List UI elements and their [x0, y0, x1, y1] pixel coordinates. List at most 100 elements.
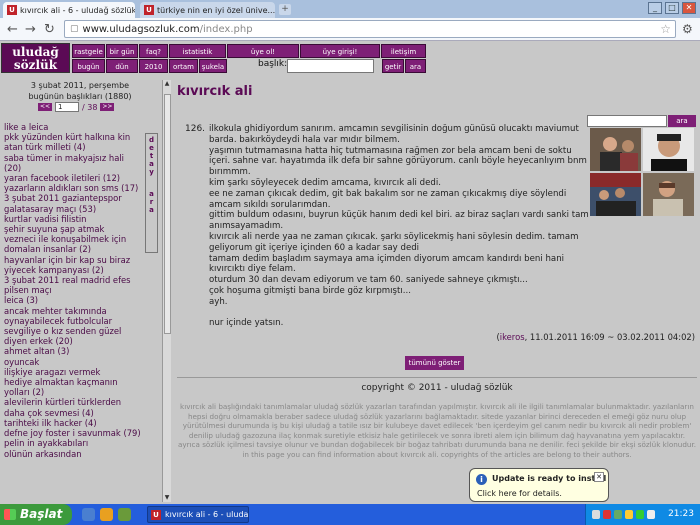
nav-uye-ol[interactable]: üye ol!	[227, 44, 299, 58]
topic-item[interactable]: 3 şubat 2011 real madrid efes pilsen maç…	[4, 275, 142, 295]
topic-item[interactable]: oyuncak	[4, 357, 142, 367]
topic-title[interactable]: kıvırcık ali	[177, 84, 252, 99]
topic-item[interactable]: tarihteki ilk hacker (4)	[4, 418, 142, 428]
topic-item[interactable]: kurtlar vadisi filistin	[4, 214, 142, 224]
nav-rastgele[interactable]: rastgele	[72, 44, 105, 58]
topic-item[interactable]: yaran facebook iletileri (12)	[4, 173, 142, 183]
getir-button[interactable]: getir	[382, 59, 404, 73]
tray-volume-icon[interactable]	[647, 510, 655, 519]
nav-bir-gun[interactable]: bir gün	[106, 44, 138, 58]
show-all-button[interactable]: tümünü göster	[405, 356, 464, 370]
topic-search-button[interactable]: ara	[668, 115, 696, 127]
topic-item[interactable]: like a leica	[4, 122, 142, 132]
prev-page-button[interactable]: <<	[38, 103, 52, 111]
topic-item[interactable]: 3 şubat 2011 gaziantepspor galatasaray m…	[4, 193, 142, 213]
topic-item[interactable]: saba tümer in makyajsız hali (20)	[4, 153, 142, 173]
sidebar-pager: << 1 / 38 >>	[38, 102, 115, 112]
topic-item[interactable]: olünün arkasından	[4, 449, 142, 459]
reload-icon[interactable]: ↻	[41, 21, 58, 38]
nav-sukela[interactable]: şukela	[199, 59, 227, 73]
topic-item[interactable]: pkk yüzünden kürt halkına kin atan türk …	[4, 132, 142, 152]
minimize-icon[interactable]: _	[648, 2, 662, 14]
taskbar-window-button[interactable]: U kıvırcık ali - 6 - uludağ...	[147, 506, 249, 523]
topic-item[interactable]: hediye almaktan kaçmanın yolları (2)	[4, 377, 142, 397]
info-icon: i	[476, 474, 487, 485]
tray-messenger-icon[interactable]	[625, 510, 633, 519]
photo-4[interactable]	[643, 173, 694, 216]
topic-item[interactable]: ancak mehter takımında oynayabilecek fut…	[4, 306, 142, 326]
site-logo[interactable]: uludağ sözlük	[1, 43, 70, 73]
nav-uye-girisi[interactable]: üye girişi!	[300, 44, 380, 58]
quicklaunch-media-icon[interactable]	[118, 508, 131, 521]
nav-bugun[interactable]: bugün	[72, 59, 105, 73]
nav-faq[interactable]: faq?	[139, 44, 168, 58]
update-notification[interactable]: i Update is ready to install Click here …	[469, 468, 609, 502]
notification-body: Click here for details.	[477, 489, 562, 498]
bookmark-star-icon[interactable]: ☆	[660, 22, 671, 36]
maximize-icon[interactable]: □	[665, 2, 679, 14]
notification-close-icon[interactable]: ✕	[594, 472, 604, 482]
page-select[interactable]: 1	[55, 102, 79, 112]
topic-item[interactable]: alevilerin kürtleri türklerden daha çok …	[4, 397, 142, 417]
topic-item[interactable]: sevgiliye o kız senden güzel diyen erkek…	[4, 326, 142, 346]
author-link[interactable]: ikeros	[500, 332, 525, 342]
nav-iletisim[interactable]: iletişim	[381, 44, 426, 58]
tray-signal-icon[interactable]	[636, 510, 644, 519]
forward-arrow-icon[interactable]: →	[22, 21, 39, 38]
browser-toolbar: ← → ↻ ▢ www.uludagsozluk.com/index.php ☆…	[0, 18, 700, 41]
photo-1[interactable]	[590, 128, 641, 171]
scroll-down-icon[interactable]: ▼	[163, 494, 171, 502]
topic-item[interactable]: yazarların aldıkları son sms (17)	[4, 183, 142, 193]
close-window-icon[interactable]: ✕	[682, 2, 696, 14]
topic-item[interactable]: hayvanlar için bir kap su biraz yiyecek …	[4, 255, 142, 275]
sidebar-scrollbar[interactable]: ▲ ▼	[162, 80, 171, 502]
tray-clock: 21:23	[668, 509, 694, 519]
taskbar: Başlat U kıvırcık ali - 6 - uludağ... 21…	[0, 504, 700, 525]
wrench-menu-icon[interactable]: ⚙	[682, 22, 693, 36]
quicklaunch-browser-icon[interactable]	[82, 508, 95, 521]
topic-item[interactable]: leica (3)	[4, 295, 142, 305]
entry-line: ee ne zaman çıkıcak dedim, git bak bakal…	[209, 188, 567, 210]
tab-second[interactable]: U türkiye nin en iyi özel ünive... ✕	[140, 2, 275, 18]
topic-item[interactable]: şehir suyuna şap atmak	[4, 224, 142, 234]
entry-author-line: (ikeros, 11.01.2011 16:09 ~ 03.02.2011 0…	[496, 332, 696, 342]
detay-ara-toggle[interactable]: d e t a y a r a	[145, 133, 158, 253]
entry-text: ilkokula ghidiyordum sanırım. amcamın se…	[209, 124, 594, 329]
back-arrow-icon[interactable]: ←	[4, 21, 21, 38]
nav-ortam[interactable]: ortam	[169, 59, 198, 73]
nav-2010[interactable]: 2010	[139, 59, 168, 73]
photo-3[interactable]	[590, 173, 641, 216]
entry-line: yaşımın tutmamasına hatta hiç tutmamasın…	[209, 145, 587, 178]
footer-divider	[177, 377, 697, 378]
tab-active[interactable]: U kıvırcık ali - 6 - uludağ sözlük ✕	[3, 2, 135, 18]
topic-item[interactable]: pelin in ayakkabıları	[4, 438, 142, 448]
window-controls: _ □ ✕	[648, 2, 696, 14]
topic-item[interactable]: ahmet altan (3)	[4, 346, 142, 356]
next-page-button[interactable]: >>	[100, 103, 115, 111]
photo-2[interactable]	[643, 128, 694, 171]
scroll-thumb[interactable]	[164, 94, 171, 334]
topic-list: like a leica pkk yüzünden kürt halkına ki…	[4, 122, 142, 459]
tray-update-icon[interactable]	[603, 510, 611, 519]
site-favicon-icon: U	[151, 510, 161, 520]
nav-istatistik[interactable]: istatistik	[169, 44, 226, 58]
topic-item[interactable]: ilişkiye aragazı vermek	[4, 367, 142, 377]
start-button[interactable]: Başlat	[0, 504, 72, 525]
scroll-up-icon[interactable]: ▲	[163, 80, 171, 88]
new-tab-button[interactable]: +	[279, 4, 291, 15]
baslik-input[interactable]	[287, 59, 374, 73]
topic-search-input[interactable]	[587, 115, 667, 127]
quicklaunch-folder-icon[interactable]	[100, 508, 113, 521]
topic-item[interactable]: vezneci ile konuşabilmek için domalan in…	[4, 234, 142, 254]
nav-dun[interactable]: dün	[106, 59, 138, 73]
baslik-label: başlık:	[258, 59, 288, 69]
ara-button[interactable]: ara	[405, 59, 426, 73]
address-bar[interactable]: ▢ www.uludagsozluk.com/index.php ☆	[64, 20, 676, 38]
topic-item[interactable]: defne joy foster i savunmak (79)	[4, 428, 142, 438]
browser-tab-strip: U kıvırcık ali - 6 - uludağ sözlük ✕ U t…	[0, 0, 700, 18]
tray-security-icon[interactable]	[614, 510, 622, 519]
tray-network-icon[interactable]	[592, 510, 600, 519]
taskbar-window-title: kıvırcık ali - 6 - uludağ...	[165, 510, 249, 519]
windows-flag-icon	[4, 509, 16, 520]
entry-line: kıvırcık ali nerde yaa ne zaman çıkıcak.…	[209, 231, 579, 253]
